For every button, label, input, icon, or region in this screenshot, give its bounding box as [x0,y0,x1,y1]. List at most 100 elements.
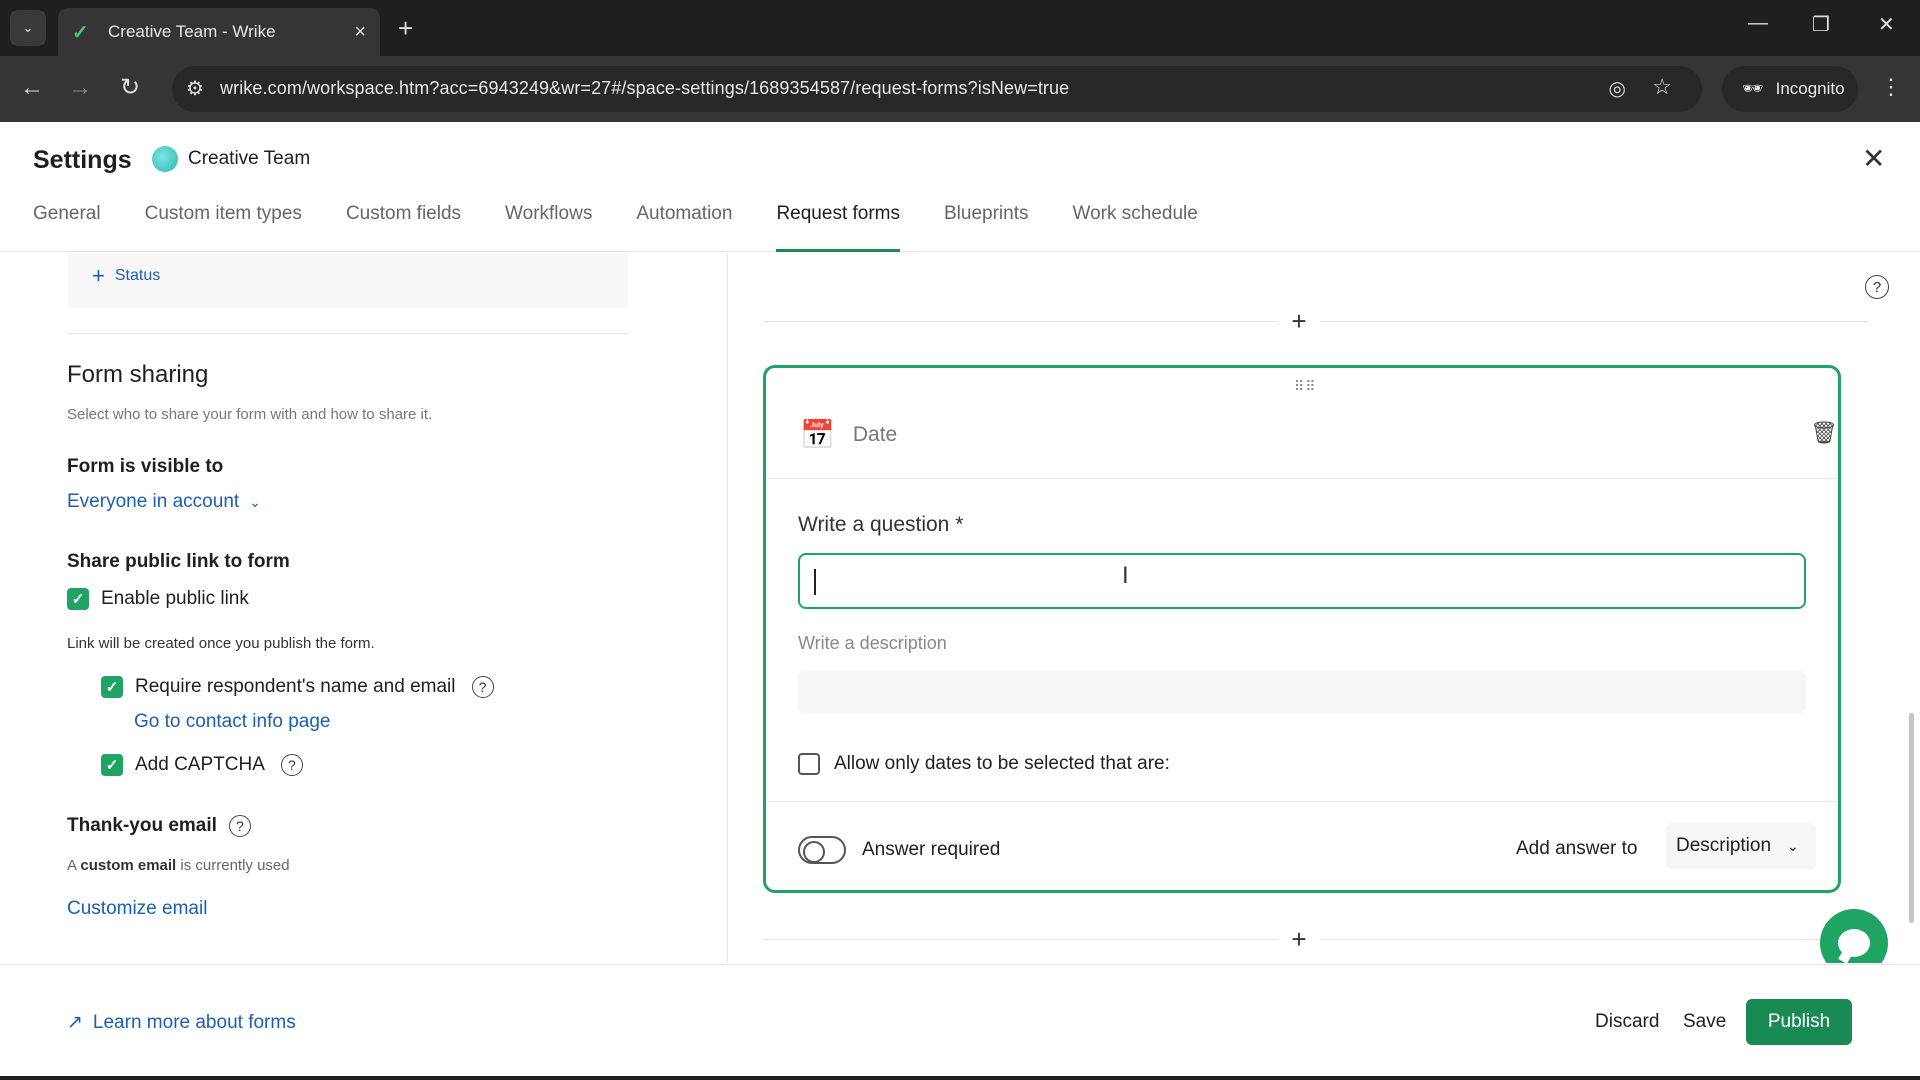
tab-custom-item-types[interactable]: Custom item types [145,188,302,252]
learn-more-label: Learn more about forms [92,1011,296,1033]
answer-required-label: Answer required [862,839,1001,860]
scrollbar[interactable] [1909,713,1914,923]
incognito-indicator[interactable]: 🕶 Incognito [1722,66,1858,112]
incognito-label: Incognito [1775,79,1845,98]
tab-request-forms[interactable]: Request forms [776,188,900,252]
checkbox-checked-icon[interactable]: ✓ [101,676,123,698]
external-link-icon: ↗ [67,1012,83,1033]
bookmark-star-icon[interactable]: ☆ [1652,74,1672,100]
add-answer-select[interactable]: Description ⌄ [1666,823,1816,869]
address-bar[interactable]: ⚙ wrike.com/workspace.htm?acc=6943249&wr… [172,66,1702,112]
checkbox-checked-icon[interactable]: ✓ [67,588,89,610]
wrike-favicon-icon: ✓ [72,21,89,44]
help-icon[interactable]: ? [471,676,494,698]
custom-email-note: A custom email is currently used [67,857,290,874]
tab-list-chevron-icon[interactable]: ⌄ [10,10,46,46]
thank-you-email-heading: Thank-you email ? [67,815,251,837]
add-status-button[interactable]: + Status [92,263,160,289]
date-question-card: ⠿⠿ 📅 Date 🗑 Write a question * I Write a… [763,365,1841,893]
settings-title: Settings [33,146,132,174]
chevron-down-icon: ⌄ [249,493,261,510]
browser-tab-bar: ⌄ ✓ Creative Team - Wrike × + — ❐ ✕ [0,0,1920,56]
require-name-email-checkbox[interactable]: ✓ Require respondent's name and email ? [101,676,494,698]
close-settings-icon[interactable]: ✕ [1862,142,1885,175]
tab-blueprints[interactable]: Blueprints [944,188,1029,252]
calendar-icon: 📅 [800,419,835,450]
back-icon[interactable]: ← [20,73,44,103]
close-tab-icon[interactable]: × [354,21,366,44]
browser-tab-title: Creative Team - Wrike [108,22,276,41]
divider [766,801,1838,802]
toggle-off-icon[interactable] [798,836,846,864]
drag-handle-icon[interactable]: ⠿⠿ [1294,378,1317,395]
chat-bubble-icon [1838,929,1870,957]
browser-tab[interactable]: ✓ Creative Team - Wrike × [58,8,380,56]
link-note: Link will be created once you publish th… [67,635,375,652]
browser-menu-icon[interactable]: ⋮ [1880,74,1902,100]
form-settings-panel: + Status Form sharing Select who to shar… [0,253,728,963]
help-icon[interactable]: ? [1865,275,1889,299]
form-sharing-description: Select who to share your form with and h… [67,406,433,423]
settings-footer: ↗ Learn more about forms Discard Save Pu… [0,964,1920,1080]
restore-icon[interactable]: ❐ [1812,12,1830,37]
form-builder-panel: ? + ⠿⠿ 📅 Date 🗑 Write a question * I Wri… [729,253,1920,963]
visibility-dropdown[interactable]: Everyone in account ⌄ [67,491,261,513]
incognito-icon: 🕶 [1742,79,1764,98]
forward-icon[interactable]: → [68,73,92,103]
chevron-down-icon: ⌄ [1787,837,1799,854]
new-tab-icon[interactable]: + [398,12,413,44]
learn-more-link[interactable]: ↗ Learn more about forms [67,1011,296,1034]
save-button[interactable]: Save [1683,1011,1726,1033]
checkbox-unchecked-icon[interactable] [798,753,820,775]
tracking-protection-icon[interactable]: ◎ [1609,76,1626,101]
space-icon [152,146,178,172]
tab-automation[interactable]: Automation [636,188,732,252]
question-input[interactable] [798,553,1806,609]
text-caret [814,569,816,595]
plus-icon: + [92,263,105,288]
add-status-label: Status [114,267,161,284]
add-answer-label: Add answer to [1516,838,1638,859]
publish-button[interactable]: Publish [1746,999,1852,1045]
settings-header: Settings Creative Team ✕ General Custom … [0,122,1920,252]
close-window-icon[interactable]: ✕ [1878,12,1895,37]
browser-toolbar: ← → ↻ ⚙ wrike.com/workspace.htm?acc=6943… [0,56,1920,122]
divider [766,478,1838,479]
help-icon[interactable]: ? [280,754,303,776]
captcha-checkbox[interactable]: ✓ Add CAPTCHA ? [101,754,303,776]
chat-support-button[interactable] [1820,909,1888,963]
enable-public-link-checkbox[interactable]: ✓ Enable public link [67,588,249,610]
description-label: Write a description [798,633,947,653]
answer-required-toggle[interactable]: Answer required [798,836,1000,864]
question-type-label: Date [852,422,898,446]
captcha-label: Add CAPTCHA [135,754,265,775]
tab-workflows[interactable]: Workflows [505,188,592,252]
description-input[interactable] [798,671,1806,713]
visibility-value: Everyone in account [67,491,240,512]
url-text[interactable]: wrike.com/workspace.htm?acc=6943249&wr=2… [220,78,1069,99]
allow-dates-checkbox[interactable]: Allow only dates to be selected that are… [798,753,1170,775]
contact-info-link[interactable]: Go to contact info page [134,711,330,733]
help-icon[interactable]: ? [228,815,251,837]
minimize-icon[interactable]: — [1748,12,1768,35]
tab-work-schedule[interactable]: Work schedule [1073,188,1198,252]
custom-email-prefix: A [67,857,77,874]
form-sharing-title: Form sharing [67,361,209,388]
space-name: Creative Team [188,148,311,169]
discard-button[interactable]: Discard [1595,1011,1659,1033]
trash-icon[interactable]: 🗑 [1810,420,1838,446]
require-name-email-label: Require respondent's name and email [135,676,456,697]
ibeam-cursor-icon: I [1122,562,1129,589]
question-type: 📅 Date [800,418,897,451]
question-label: Write a question * [798,513,964,536]
tab-custom-fields[interactable]: Custom fields [346,188,461,252]
reload-icon[interactable]: ↻ [120,73,140,103]
checkbox-checked-icon[interactable]: ✓ [101,754,123,776]
settings-tabs: General Custom item types Custom fields … [33,188,1242,252]
site-info-icon[interactable]: ⚙ [186,76,204,101]
add-question-plus-icon[interactable]: + [1278,300,1320,342]
customize-email-link[interactable]: Customize email [67,898,207,920]
add-answer-value: Description [1676,835,1772,856]
add-question-plus-icon[interactable]: + [1278,918,1320,960]
tab-general[interactable]: General [33,188,101,252]
